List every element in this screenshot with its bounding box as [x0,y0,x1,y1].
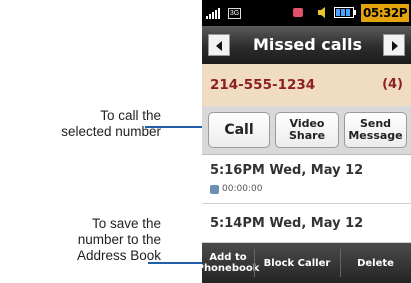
phone-screen: 3G 05:32P Missed calls 214-555-1234 (4) … [202,0,411,283]
video-share-button[interactable]: Video Share [275,112,339,148]
block-caller-button[interactable]: Block Caller [254,243,340,283]
caller-number-bar: 214-555-1234 (4) [202,64,411,107]
page-title: Missed calls [252,35,363,54]
battery-icon [334,7,356,18]
list-item[interactable]: 5:14PM Wed, May 12 [202,204,411,243]
caller-number: 214-555-1234 [210,77,316,93]
call-duration: 00:00:00 [210,184,262,194]
delete-button[interactable]: Delete [340,243,411,283]
send-message-button[interactable]: Send Message [344,112,407,148]
signal-icon [206,7,220,19]
entry-time: 5:16PM Wed, May 12 [210,163,364,178]
network-3g-icon: 3G [228,8,241,19]
message-alert-icon [293,8,303,17]
arrow-right-icon [392,41,398,51]
next-button[interactable] [383,34,405,56]
action-buttons: Call Video Share Send Message [202,106,411,155]
previous-button[interactable] [208,34,230,56]
clock: 05:32P [361,4,409,22]
title-bar: Missed calls [202,26,411,64]
call-button[interactable]: Call [208,112,270,148]
duration-text: 00:00:00 [222,184,263,194]
list-item[interactable]: 5:16PM Wed, May 12 00:00:00 [202,155,411,204]
entry-time: 5:14PM Wed, May 12 [210,216,364,231]
speaker-icon [318,7,325,18]
duration-icon [210,184,219,194]
add-to-phonebook-button[interactable]: Add to Phonebook [202,243,259,283]
bottom-bar: Add to Phonebook Block Caller Delete [202,243,411,283]
callout-save-line [148,262,208,264]
callout-call: To call the selected number [61,108,161,139]
arrow-left-icon [216,41,222,51]
callout-save: To save the number to the Address Book [76,216,161,263]
missed-count: (4) [382,77,403,92]
status-bar: 3G 05:32P [202,0,411,26]
callout-call-line [145,126,207,128]
